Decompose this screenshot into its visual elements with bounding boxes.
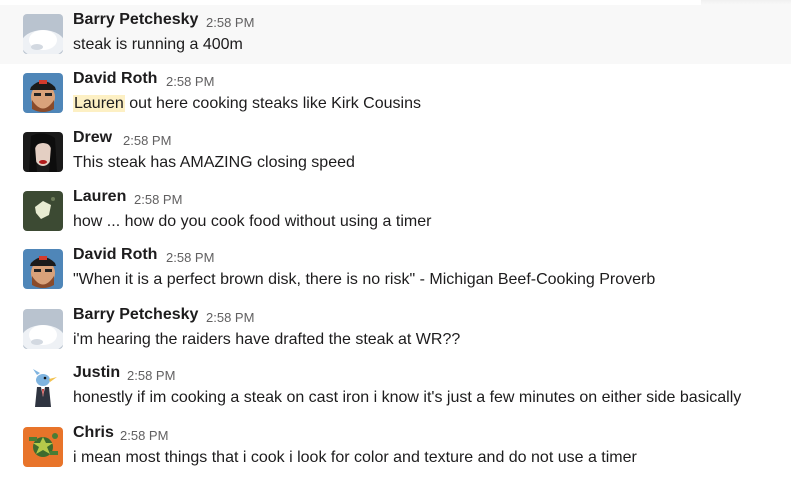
- message-text: "When it is a perfect brown disk, there …: [73, 271, 656, 288]
- author-name[interactable]: David Roth: [73, 246, 157, 264]
- author-name[interactable]: Barry Petchesky: [73, 11, 198, 29]
- avatar[interactable]: [23, 309, 63, 349]
- timestamp[interactable]: 2:58 PM: [206, 15, 254, 30]
- cartoon-turtle-avatar-icon: [23, 427, 63, 467]
- avatar[interactable]: [23, 132, 63, 172]
- avatar[interactable]: [23, 367, 63, 407]
- snow-pile-avatar-icon: [23, 309, 63, 349]
- message-text: Lauren out here cooking steaks like Kirk…: [73, 95, 421, 113]
- message-row[interactable]: Justin 2:58 PM honestly if im cooking a …: [0, 358, 791, 417]
- avatar[interactable]: [23, 249, 63, 289]
- timestamp[interactable]: 2:58 PM: [120, 428, 168, 443]
- timestamp[interactable]: 2:58 PM: [166, 74, 214, 89]
- message-feed: Barry Petchesky 2:58 PM steak is running…: [0, 0, 791, 482]
- message-text-body: out here cooking steaks like Kirk Cousin…: [124, 95, 421, 112]
- bird-in-suit-avatar-icon: [23, 367, 63, 407]
- message-row[interactable]: David Roth 2:58 PM Lauren out here cooki…: [0, 64, 791, 123]
- message-text: how ... how do you cook food without usi…: [73, 213, 432, 230]
- timestamp[interactable]: 2:58 PM: [134, 192, 182, 207]
- message-row[interactable]: David Roth 2:58 PM "When it is a perfect…: [0, 240, 791, 299]
- author-name[interactable]: David Roth: [73, 70, 157, 88]
- avatar[interactable]: [23, 73, 63, 113]
- snow-pile-avatar-icon: [23, 14, 63, 54]
- bearded-man-cap-avatar-icon: [23, 73, 63, 113]
- message-row[interactable]: Chris 2:58 PM i mean most things that i …: [0, 418, 791, 477]
- message-row[interactable]: Barry Petchesky 2:58 PM i'm hearing the …: [0, 300, 791, 359]
- message-text: steak is running a 400m: [73, 36, 243, 53]
- dark-hair-face-avatar-icon: [23, 132, 63, 172]
- message-text: i mean most things that i cook i look fo…: [73, 449, 637, 466]
- message-text: This steak has AMAZING closing speed: [73, 154, 355, 171]
- avatar[interactable]: [23, 191, 63, 231]
- author-name[interactable]: Chris: [73, 424, 114, 442]
- author-name[interactable]: Barry Petchesky: [73, 306, 198, 324]
- bearded-man-cap-avatar-icon: [23, 249, 63, 289]
- timestamp[interactable]: 2:58 PM: [127, 368, 175, 383]
- author-name[interactable]: Justin: [73, 364, 120, 382]
- message-text: i'm hearing the raiders have drafted the…: [73, 331, 461, 348]
- user-mention[interactable]: Lauren: [73, 95, 125, 112]
- timestamp[interactable]: 2:58 PM: [206, 310, 254, 325]
- message-text: honestly if im cooking a steak on cast i…: [73, 389, 742, 406]
- message-row[interactable]: Drew 2:58 PM This steak has AMAZING clos…: [0, 123, 791, 182]
- green-shape-avatar-icon: [23, 191, 63, 231]
- author-name[interactable]: Lauren: [73, 188, 126, 206]
- author-name[interactable]: Drew: [73, 129, 112, 147]
- avatar[interactable]: [23, 427, 63, 467]
- timestamp[interactable]: 2:58 PM: [166, 250, 214, 265]
- avatar[interactable]: [23, 14, 63, 54]
- message-row[interactable]: Lauren 2:58 PM how ... how do you cook f…: [0, 182, 791, 241]
- timestamp[interactable]: 2:58 PM: [123, 133, 171, 148]
- message-row[interactable]: Barry Petchesky 2:58 PM steak is running…: [0, 5, 791, 64]
